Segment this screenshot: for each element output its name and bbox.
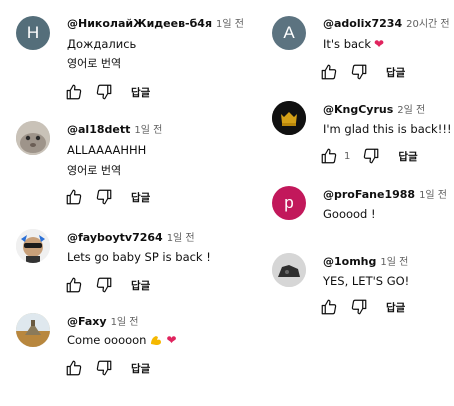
translate-link[interactable]: 영어로 번역	[67, 162, 121, 178]
comment-text-content: It's back	[323, 37, 372, 51]
avatar[interactable]: A	[272, 16, 306, 50]
comment-author[interactable]: @fayboytv7264	[67, 231, 163, 244]
reply-button[interactable]: 답글	[398, 149, 417, 164]
thumb-up-icon[interactable]	[320, 147, 338, 165]
reply-button[interactable]: 답글	[131, 190, 150, 205]
thumb-down-icon[interactable]	[95, 83, 113, 101]
thumb-down-icon[interactable]	[95, 276, 113, 294]
reply-button[interactable]: 답글	[131, 278, 150, 293]
comment-text-content: Come ooooon	[67, 333, 147, 347]
comment-author[interactable]: @proFane1988	[323, 188, 415, 201]
like-count: 1	[344, 150, 351, 162]
comment-time[interactable]: 2일 전	[397, 105, 425, 116]
avatar[interactable]	[272, 253, 306, 287]
comment-text: YES, LET'S GO!	[323, 274, 410, 288]
avatar[interactable]	[16, 121, 50, 155]
avatar[interactable]: Н	[16, 16, 50, 50]
thumb-up-icon[interactable]	[65, 83, 83, 101]
comment-time[interactable]: 1일 전	[167, 233, 195, 244]
thumb-up-icon[interactable]	[65, 188, 83, 206]
comment-author[interactable]: @1omhg	[323, 255, 376, 268]
comment-text: It's back ❤	[323, 37, 384, 51]
comment-author[interactable]: @Faxy	[67, 315, 107, 328]
comment-time[interactable]: 20시간 전	[406, 19, 450, 30]
flexed-biceps-icon	[151, 336, 162, 345]
thumb-up-icon[interactable]	[65, 276, 83, 294]
avatar[interactable]: p	[272, 186, 306, 220]
comment-text: Gooood !	[323, 207, 376, 221]
reply-button[interactable]: 답글	[386, 300, 405, 315]
avatar[interactable]	[16, 229, 50, 263]
translate-link[interactable]: 영어로 번역	[67, 55, 121, 71]
comment-text: I'm glad this is back!!! I	[323, 122, 454, 136]
thumb-down-icon[interactable]	[350, 298, 368, 316]
thumb-up-icon[interactable]	[320, 63, 338, 81]
comment-text: Дождались	[67, 37, 137, 51]
comment-author[interactable]: @al18dett	[67, 123, 130, 136]
avatar-letter: Н	[26, 23, 40, 42]
thumb-down-icon[interactable]	[95, 359, 113, 377]
reply-button[interactable]: 답글	[131, 361, 150, 376]
heart-icon: ❤	[166, 333, 177, 347]
avatar[interactable]	[272, 101, 306, 135]
comment-time[interactable]: 1일 전	[111, 317, 139, 328]
thumb-up-icon[interactable]	[320, 298, 338, 316]
reply-button[interactable]: 답글	[131, 85, 150, 100]
comment-author[interactable]: @НиколайЖидеев-б4я	[67, 17, 212, 30]
avatar[interactable]	[16, 313, 50, 347]
comment-time[interactable]: 1일 전	[216, 19, 244, 30]
comment-time[interactable]: 1일 전	[134, 125, 162, 136]
comment-author[interactable]: @KngCyrus	[323, 103, 393, 116]
avatar-letter: A	[283, 23, 295, 42]
comment-author[interactable]: @adolix7234	[323, 17, 402, 30]
comment-text: ALLAAAAHHH	[67, 143, 147, 157]
comment-time[interactable]: 1일 전	[419, 190, 447, 201]
comment-time[interactable]: 1일 전	[380, 257, 408, 268]
thumb-down-icon[interactable]	[350, 63, 368, 81]
reply-button[interactable]: 답글	[386, 65, 405, 80]
thumb-up-icon[interactable]	[65, 359, 83, 377]
heart-icon: ❤	[374, 37, 385, 51]
thumb-down-icon[interactable]	[362, 147, 380, 165]
comment-text: Come ooooon ❤	[67, 333, 177, 347]
thumb-down-icon[interactable]	[95, 188, 113, 206]
avatar-letter: p	[284, 193, 294, 212]
comment-text: Lets go baby SP is back !	[67, 250, 211, 264]
